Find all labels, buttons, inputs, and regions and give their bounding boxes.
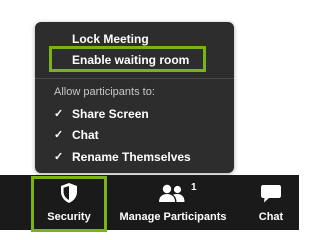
chat-bubble-icon xyxy=(261,185,281,203)
participants-icon xyxy=(159,184,185,202)
shield-icon xyxy=(61,183,77,203)
check-icon: ✓ xyxy=(54,108,64,120)
chat-permission-item[interactable]: ✓ Chat xyxy=(35,126,234,144)
security-button[interactable]: Security xyxy=(34,175,104,230)
enable-waiting-room-item[interactable]: Enable waiting room xyxy=(35,51,234,69)
allow-participants-label: Allow participants to: xyxy=(54,86,155,98)
share-screen-label: Share Screen xyxy=(72,107,149,121)
manage-participants-button[interactable]: 1 Manage Participants xyxy=(112,175,234,230)
check-icon: ✓ xyxy=(54,151,64,163)
chat-permission-label: Chat xyxy=(72,128,99,142)
menu-divider xyxy=(35,78,234,79)
share-screen-item[interactable]: ✓ Share Screen xyxy=(35,105,234,123)
rename-themselves-label: Rename Themselves xyxy=(72,150,191,164)
security-menu: Lock Meeting Enable waiting room Allow p… xyxy=(35,22,234,173)
meeting-toolbar: Security 1 Manage Participants Chat xyxy=(0,175,299,232)
participant-count-badge: 1 xyxy=(191,182,197,193)
rename-themselves-item[interactable]: ✓ Rename Themselves xyxy=(35,148,234,166)
manage-participants-label: Manage Participants xyxy=(119,211,227,223)
chat-label: Chat xyxy=(258,211,284,223)
security-label: Security xyxy=(47,211,91,223)
chat-button[interactable]: Chat xyxy=(246,175,296,230)
check-icon: ✓ xyxy=(54,129,64,141)
enable-waiting-room-label: Enable waiting room xyxy=(72,53,190,67)
